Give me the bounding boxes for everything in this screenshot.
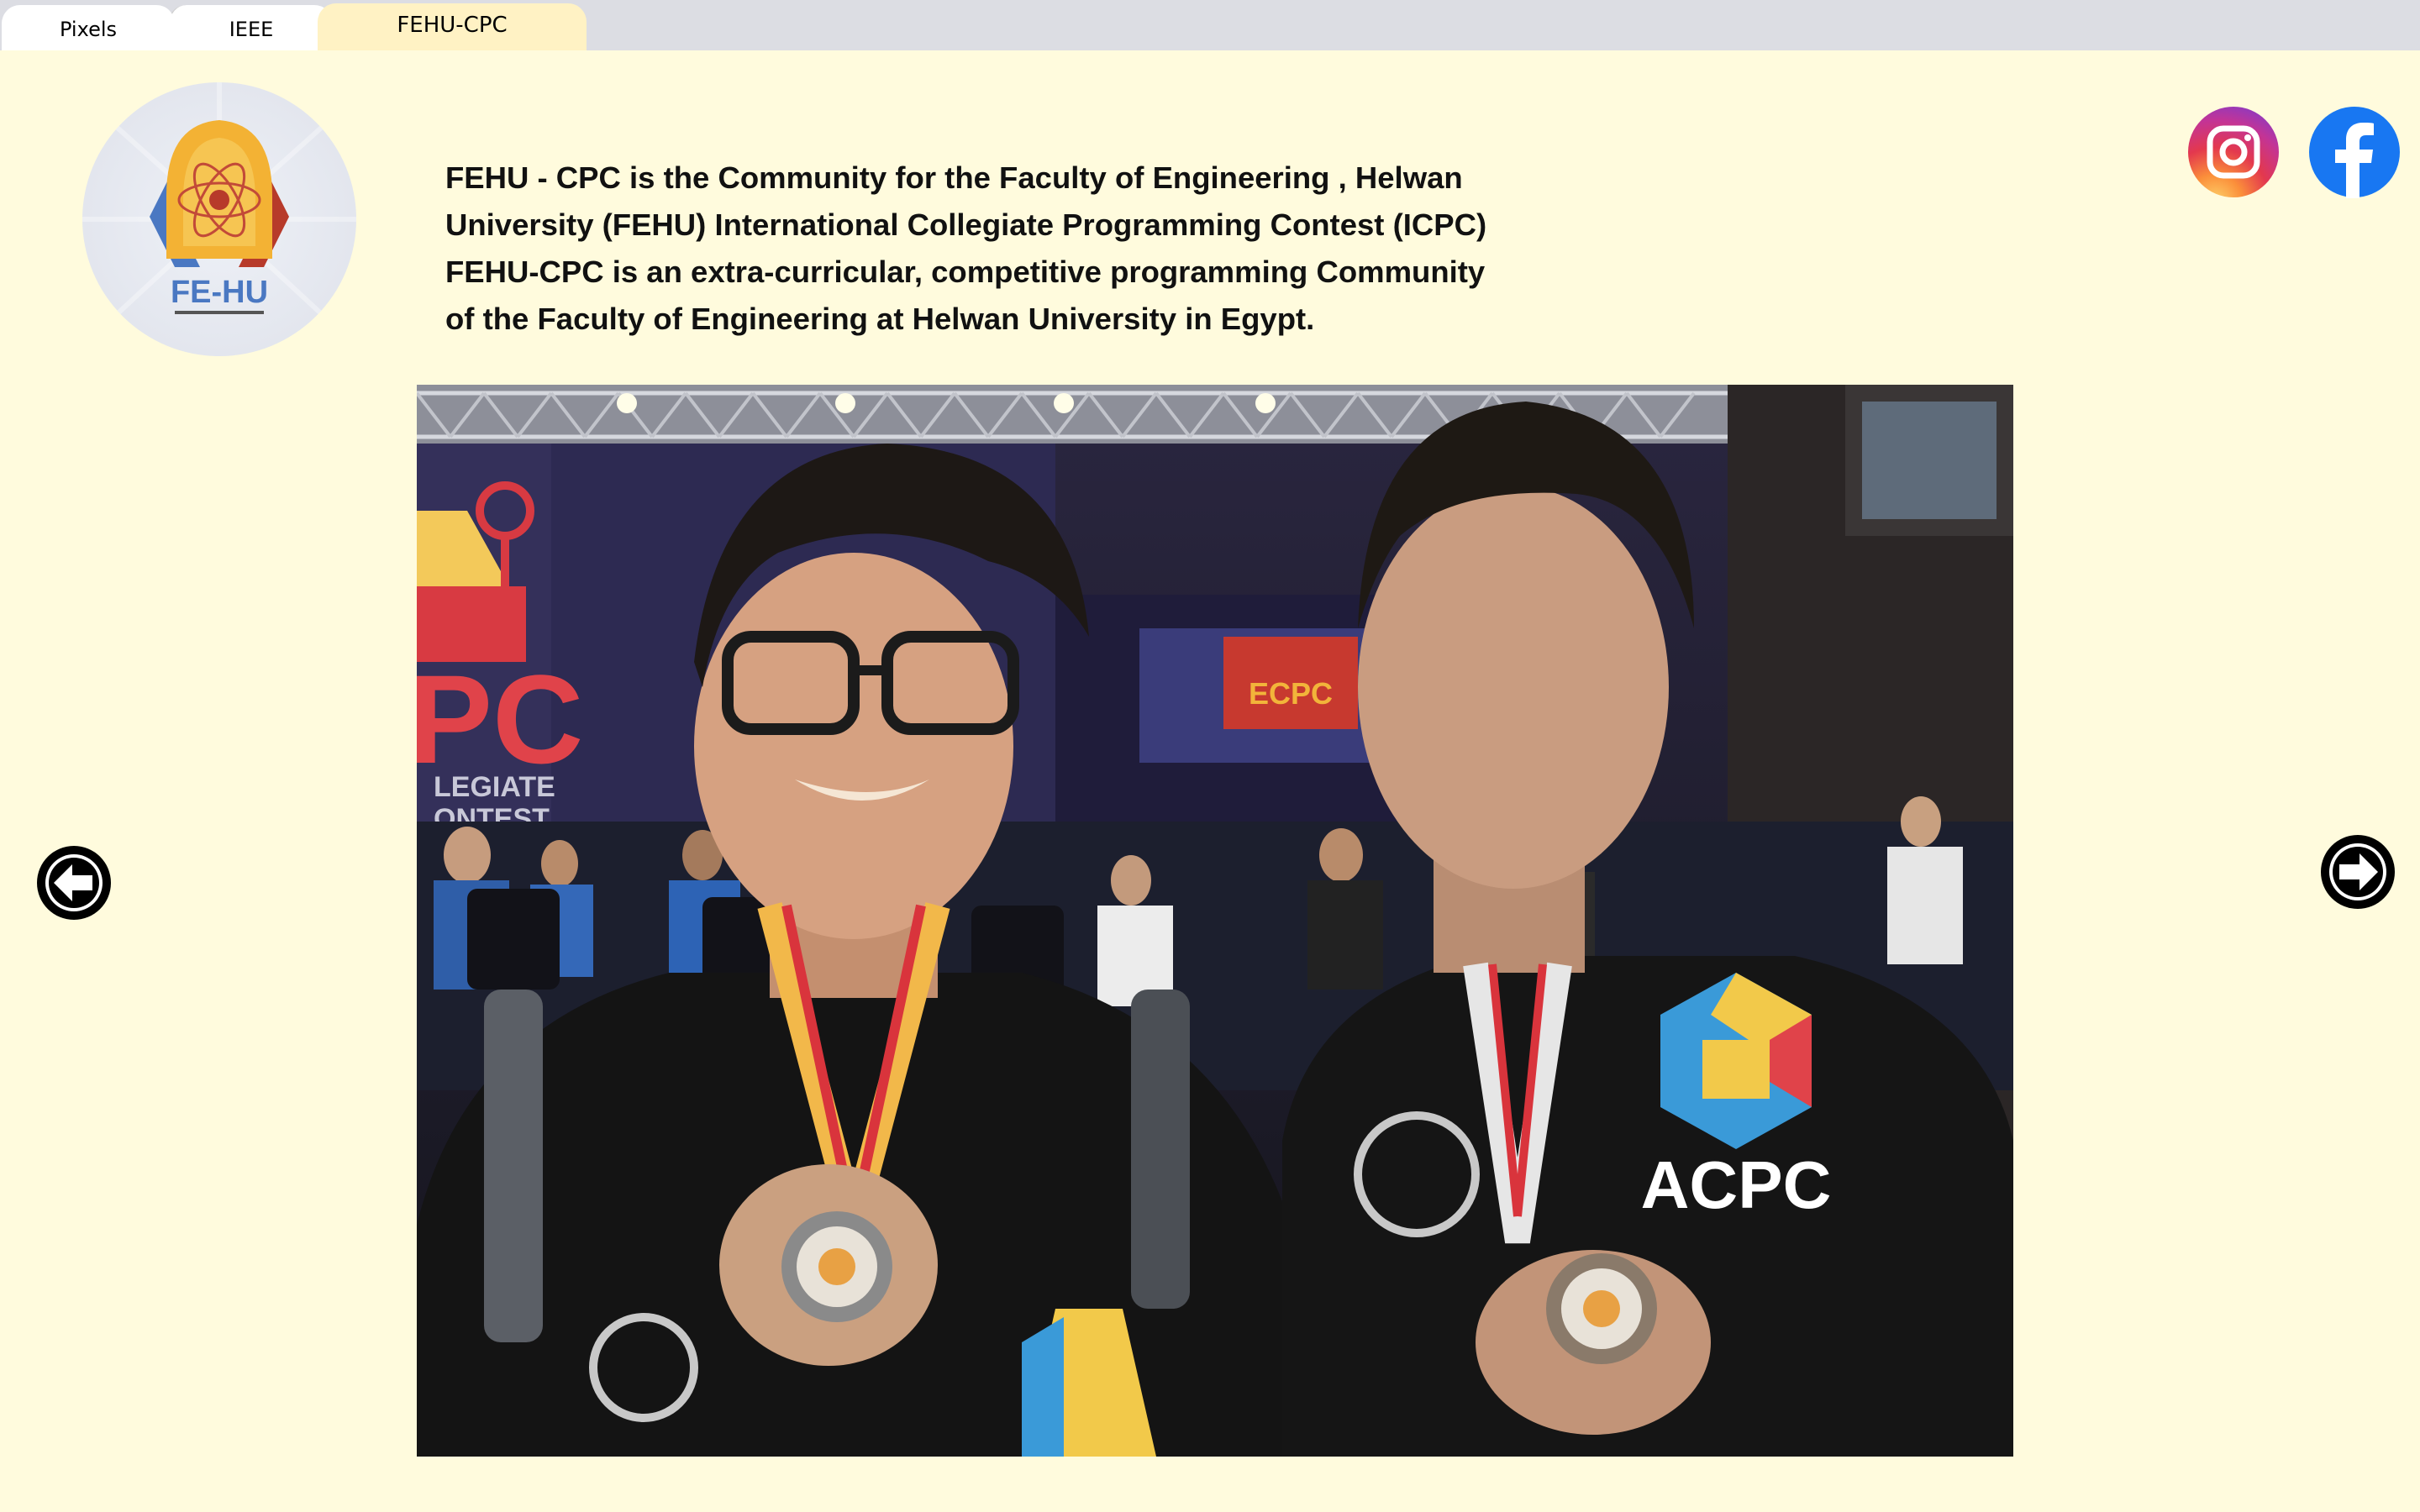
svg-text:PC: PC — [417, 648, 583, 790]
carousel-prev-button[interactable] — [37, 846, 111, 920]
arrow-right-icon — [2324, 838, 2391, 906]
tab-fehu-cpc[interactable]: FEHU-CPC — [318, 3, 587, 50]
logo-text: FE-HU — [171, 275, 268, 310]
facebook-link[interactable] — [2308, 106, 2401, 198]
svg-text:ECPC: ECPC — [1249, 676, 1333, 711]
tab-pixels[interactable]: Pixels — [2, 5, 175, 50]
tab-ieee[interactable]: IEEE — [168, 5, 333, 50]
community-description: FEHU - CPC is the Community for the Facu… — [445, 155, 1538, 343]
fehu-logo: FE-HU — [82, 82, 356, 356]
tab-ieee-label: IEEE — [229, 18, 274, 41]
description-line: FEHU-CPC is an extra-curricular, competi… — [445, 255, 1486, 289]
arrow-left-icon — [40, 849, 108, 916]
instagram-icon — [2188, 107, 2279, 197]
facebook-icon — [2309, 107, 2400, 198]
description-line: University (FEHU) International Collegia… — [445, 207, 1487, 242]
description-line: of the Faculty of Engineering at Helwan … — [445, 302, 1315, 336]
instagram-link[interactable] — [2187, 106, 2280, 198]
tab-pixels-label: Pixels — [59, 18, 117, 41]
description-line: FEHU - CPC is the Community for the Facu… — [445, 160, 1463, 195]
tab-fehu-cpc-label: FEHU-CPC — [397, 13, 508, 38]
tab-bar: IEEE Pixels FEHU-CPC — [0, 0, 2420, 50]
svg-text:LEGIATE: LEGIATE — [434, 771, 555, 803]
carousel-photo: PC LEGIATE ONTEST ECPC ACPC — [417, 385, 2013, 1457]
svg-text:ACPC: ACPC — [1641, 1147, 1832, 1222]
carousel-next-button[interactable] — [2321, 835, 2395, 909]
